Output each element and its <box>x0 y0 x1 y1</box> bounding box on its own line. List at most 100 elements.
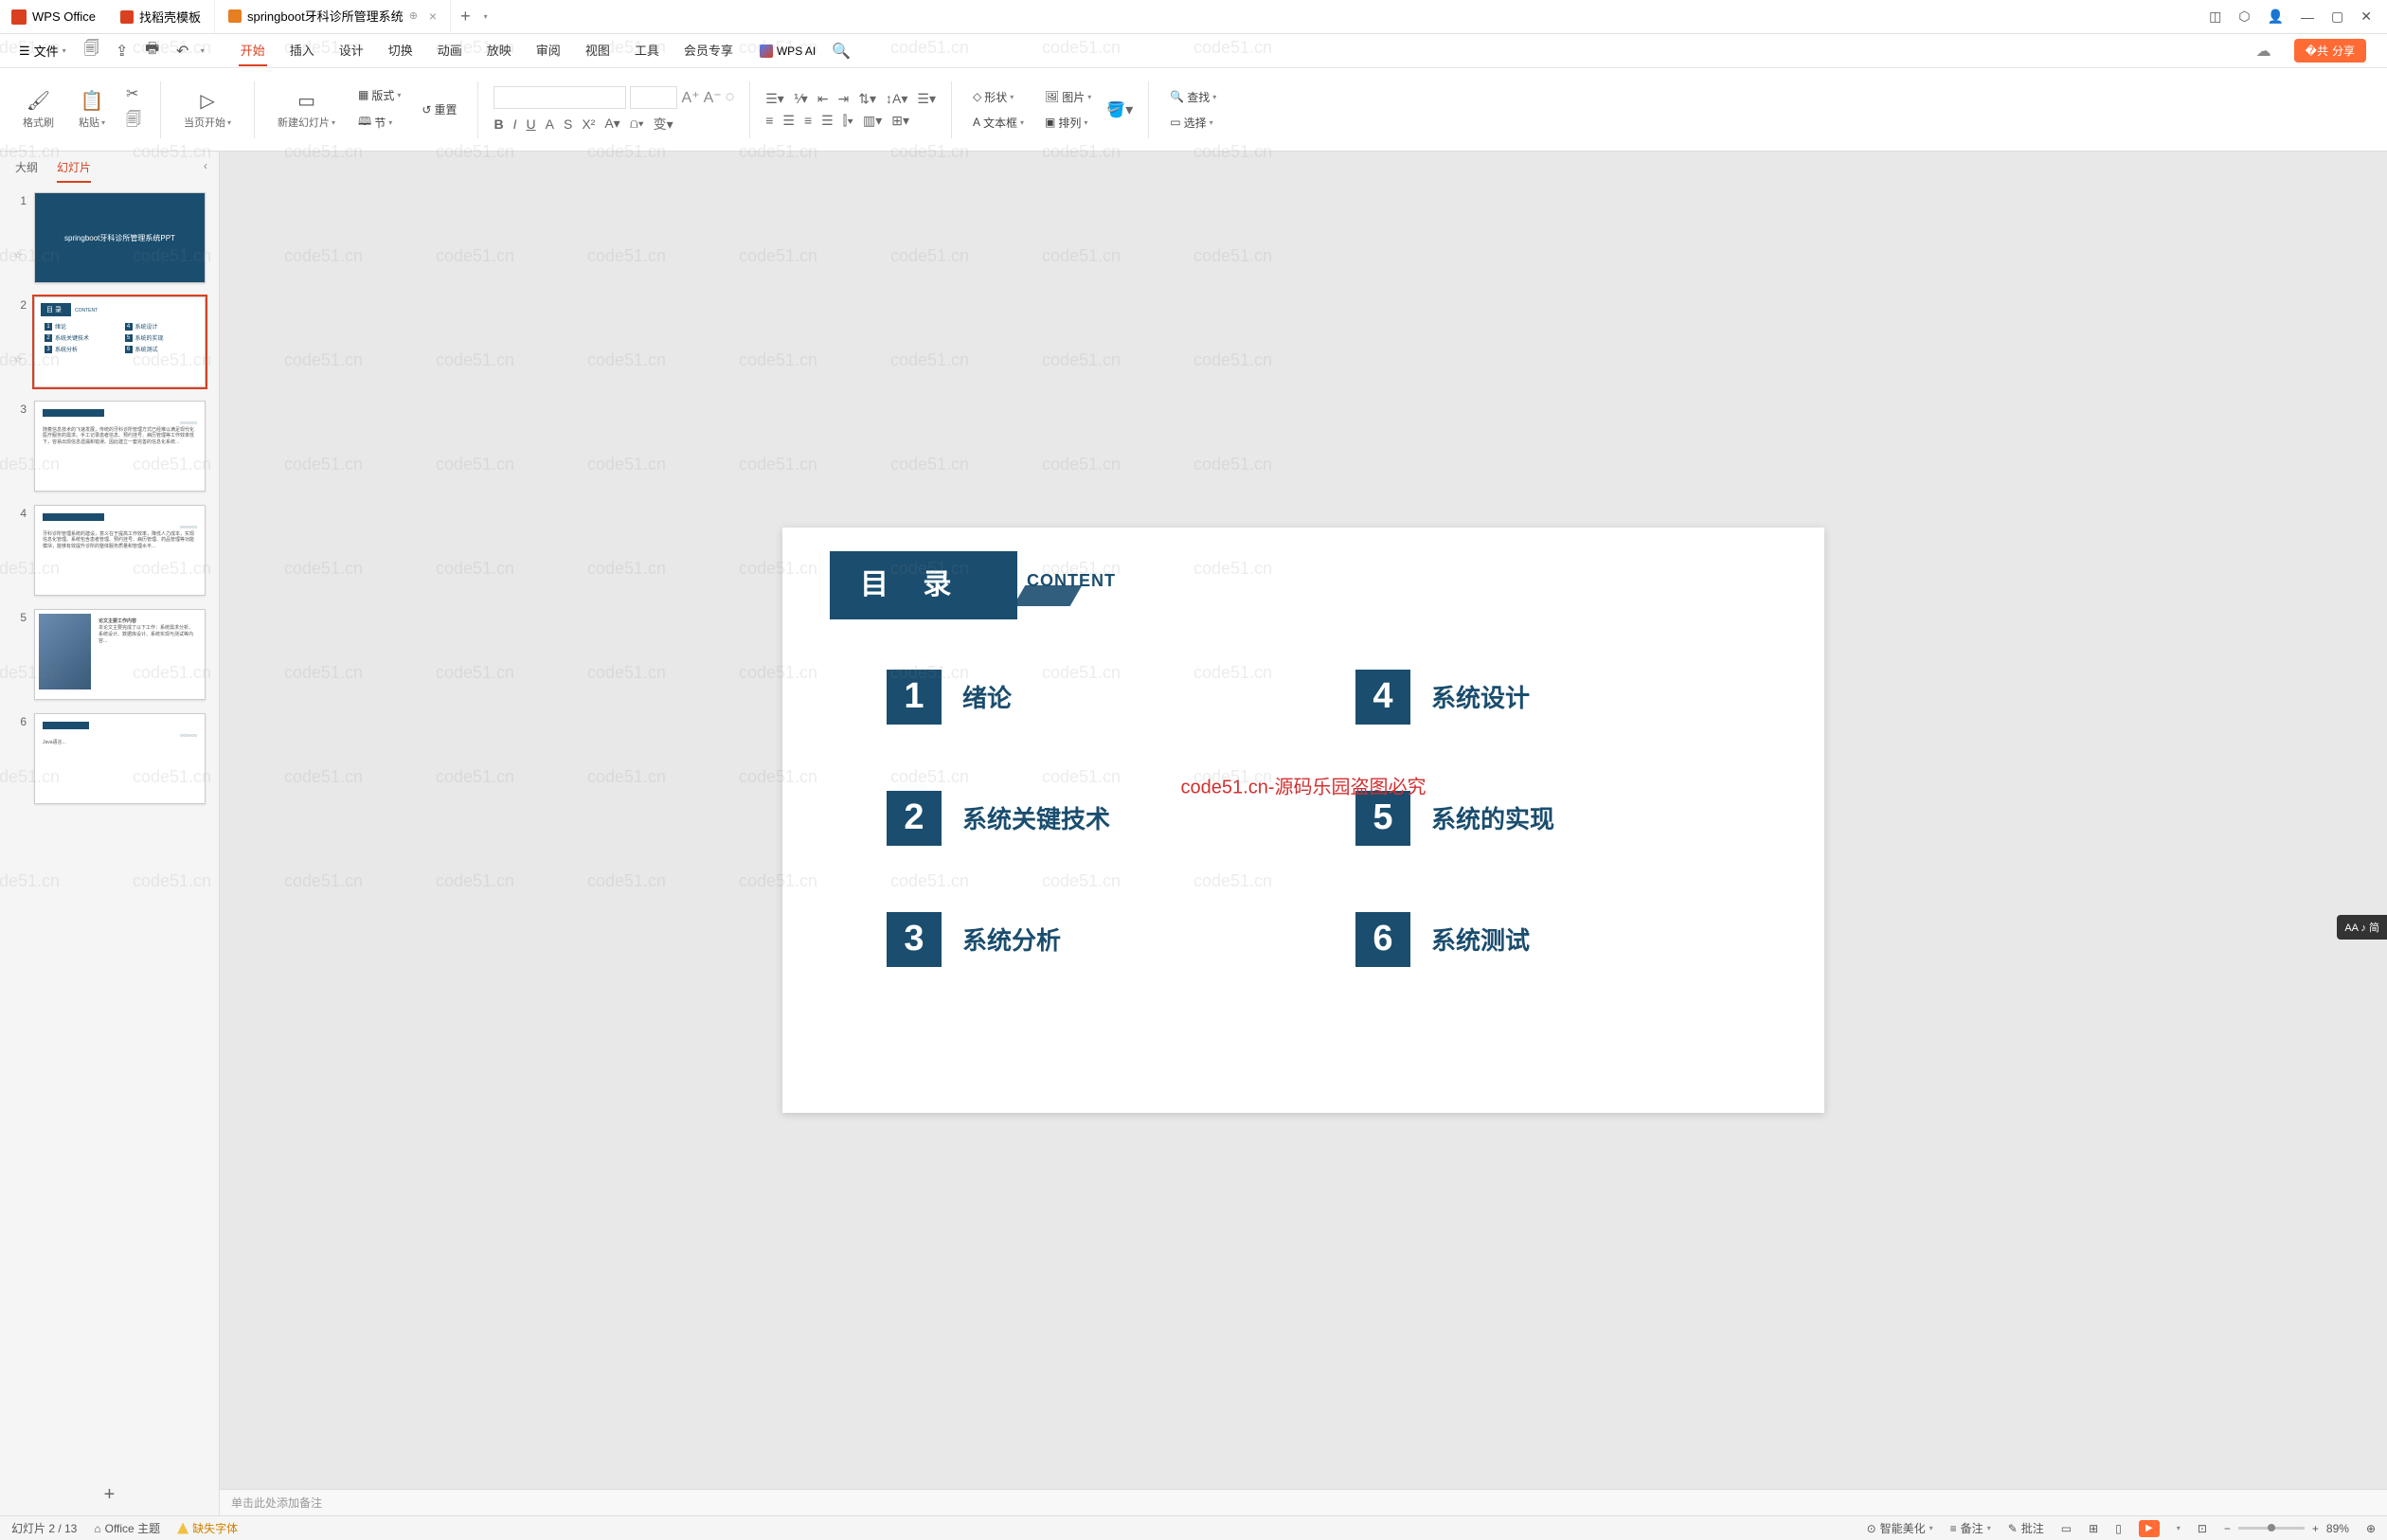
float-badge[interactable]: AA ♪ 简 <box>2337 915 2387 940</box>
theme-indicator[interactable]: ⌂Office 主题 <box>94 1520 160 1536</box>
slide-list[interactable]: 1 ☆ springboot牙科诊所管理系统PPT 2 ☆ 目 录CONTENT… <box>0 183 219 1475</box>
format-brush-group[interactable]: 🖌 格式刷 <box>15 85 62 134</box>
select-button[interactable]: ▭选择▾ <box>1164 112 1222 134</box>
bullets-icon[interactable]: ☰▾ <box>765 91 784 107</box>
print-icon[interactable]: 🖶 <box>144 43 161 60</box>
comments-toggle[interactable]: ✎批注 <box>2008 1520 2044 1536</box>
slides-tab[interactable]: 幻灯片 <box>57 159 91 183</box>
clear-format-icon[interactable]: ◌ <box>726 89 735 106</box>
copy-icon[interactable]: 🗐 <box>126 109 141 134</box>
arrange-button[interactable]: ▣排列▾ <box>1039 112 1097 134</box>
zoom-out-icon[interactable]: − <box>2224 1522 2231 1535</box>
toc-item-3[interactable]: 3系统分析 <box>887 912 1280 967</box>
undo-icon[interactable]: ↶ <box>174 43 191 60</box>
slide-thumb-2[interactable]: 2 ☆ 目 录CONTENT 1绪论 4系统设计 2系统关键技术 5系统的实现 … <box>13 296 206 387</box>
align-right-icon[interactable]: ≡ <box>804 113 812 128</box>
slide-count[interactable]: 幻灯片 2 / 13 <box>11 1520 77 1536</box>
menu-animation[interactable]: 动画 <box>436 35 464 66</box>
menu-insert[interactable]: 插入 <box>288 35 316 66</box>
sorter-view-icon[interactable]: ⊞ <box>2089 1522 2098 1535</box>
tab-templates[interactable]: 找稻壳模板 <box>107 0 215 33</box>
missing-font-warning[interactable]: 缺失字体 <box>177 1520 238 1536</box>
font-color-icon[interactable]: A▾ <box>604 116 619 132</box>
menu-tools[interactable]: 工具 <box>633 35 661 66</box>
normal-view-icon[interactable]: ▭ <box>2061 1522 2072 1535</box>
indent-inc-icon[interactable]: ⇥ <box>838 91 850 107</box>
cube-icon[interactable]: ⬡ <box>2238 9 2250 25</box>
save-icon[interactable]: 🗐 <box>83 43 100 60</box>
align-justify-icon[interactable]: ☰ <box>821 113 834 129</box>
menu-design[interactable]: 设计 <box>337 35 366 66</box>
align-text-icon[interactable]: ☰▾ <box>917 91 936 107</box>
toc-item-6[interactable]: 6系统测试 <box>1355 912 1749 967</box>
indent-dec-icon[interactable]: ⇤ <box>817 91 829 107</box>
minimize-button[interactable]: — <box>2301 9 2314 25</box>
toc-item-5[interactable]: 5系统的实现 <box>1355 791 1749 846</box>
notes-toggle[interactable]: ≡备注▾ <box>1950 1520 1991 1536</box>
zoom-slider[interactable] <box>2238 1527 2305 1530</box>
slide-canvas[interactable]: 目 录 CONTENT 1绪论 4系统设计 2系统关键技术 5系统的实现 3系统… <box>782 528 1824 1114</box>
menu-transition[interactable]: 切换 <box>386 35 415 66</box>
paste-group[interactable]: 📋 粘贴▾ <box>71 85 113 134</box>
bold-icon[interactable]: B <box>494 116 503 132</box>
menu-start[interactable]: 开始 <box>239 35 267 66</box>
fit-icon[interactable]: ⊕ <box>2366 1522 2376 1535</box>
tile-icon[interactable]: ◫ <box>2209 9 2221 25</box>
wps-ai-button[interactable]: WPS AI <box>760 45 816 58</box>
reading-view-icon[interactable]: ▯ <box>2115 1522 2122 1535</box>
text-direction-icon[interactable]: ↕A▾ <box>886 91 907 107</box>
superscript-icon[interactable]: X² <box>582 116 595 132</box>
maximize-button[interactable]: ▢ <box>2331 9 2343 25</box>
slide-thumb-1[interactable]: 1 ☆ springboot牙科诊所管理系统PPT <box>13 192 206 283</box>
font-size-input[interactable] <box>630 86 677 109</box>
outline-tab[interactable]: 大纲 <box>15 159 38 183</box>
textbox-button[interactable]: A文本框▾ <box>967 112 1030 134</box>
highlight-icon[interactable]: A <box>546 116 554 132</box>
shape-button[interactable]: ◇形状▾ <box>967 86 1030 108</box>
add-slide-button[interactable]: + <box>0 1475 219 1515</box>
beautify-button[interactable]: ⊙智能美化▾ <box>1867 1520 1933 1536</box>
menu-review[interactable]: 审阅 <box>534 35 563 66</box>
slide-thumb-3[interactable]: 3 ○○○○○○随着信息技术的飞速发展，传统的牙科诊所管理方式已经难以满足现代化… <box>13 401 206 492</box>
image-button[interactable]: 🖼图片▾ <box>1039 86 1097 108</box>
slide-thumb-4[interactable]: 4 ○○○○○○牙科诊所管理系统的建设，意义在于提高工作效率，降低人力成本，实现… <box>13 505 206 596</box>
slide-thumb-6[interactable]: 6 ○○○○○○Java语言... <box>13 713 206 804</box>
strike-icon[interactable]: S <box>564 116 572 132</box>
underline-icon[interactable]: U <box>527 116 536 132</box>
tab-document[interactable]: springboot牙科诊所管理系统 ⊕ × <box>215 0 451 33</box>
toc-item-2[interactable]: 2系统关键技术 <box>887 791 1280 846</box>
collapse-panel-icon[interactable]: ‹ <box>204 159 207 178</box>
menu-view[interactable]: 视图 <box>583 35 612 66</box>
avatar-icon[interactable]: 👤 <box>2268 9 2284 25</box>
align-left-icon[interactable]: ≡ <box>765 113 773 128</box>
fill-icon[interactable]: 🪣▾ <box>1106 100 1133 119</box>
font-shrink-icon[interactable]: A⁻ <box>704 88 722 107</box>
find-button[interactable]: 🔍查找▾ <box>1164 86 1222 108</box>
slideshow-button[interactable]: ▶ <box>2139 1520 2160 1537</box>
menu-member[interactable]: 会员专享 <box>682 35 735 66</box>
slideshow-dropdown[interactable]: ▾ <box>2177 1524 2181 1532</box>
file-menu[interactable]: ☰ 文件 ▾ <box>11 38 74 63</box>
toc-title[interactable]: 目 录 <box>830 551 1017 619</box>
phonetic-icon[interactable]: 变▾ <box>654 115 673 134</box>
zoom-percent[interactable]: 89% <box>2326 1522 2349 1535</box>
new-slide-group[interactable]: ▭ 新建幻灯片▾ <box>270 85 343 134</box>
distribute-icon[interactable]: ⫿▾ <box>843 113 853 129</box>
text-effect-icon[interactable]: ⩍▾ <box>630 116 644 132</box>
add-tab-button[interactable]: + <box>451 7 480 27</box>
undo-dropdown[interactable]: ▾ <box>201 46 205 55</box>
align-center-icon[interactable]: ☰ <box>782 113 795 129</box>
section-button[interactable]: 🕮节▾ <box>352 110 406 135</box>
notes-bar[interactable]: 单击此处添加备注 <box>220 1489 2387 1515</box>
numbering-icon[interactable]: ⅟▾ <box>794 91 808 107</box>
cut-icon[interactable]: ✂ <box>126 84 141 103</box>
convert-icon[interactable]: ⊞▾ <box>891 113 909 129</box>
toc-item-4[interactable]: 4系统设计 <box>1355 670 1749 725</box>
slide-thumb-5[interactable]: 5 论文主要工作内容本论文主要完成了以下工作：系统需求分析、系统设计、数据库设计… <box>13 609 206 700</box>
font-name-input[interactable] <box>494 86 626 109</box>
share-button[interactable]: �共 分享 <box>2294 39 2366 63</box>
from-current-group[interactable]: ▷ 当页开始▾ <box>176 85 239 134</box>
columns-icon[interactable]: ▥▾ <box>863 113 882 129</box>
reset-button[interactable]: ↺重置 <box>416 98 462 120</box>
canvas-area[interactable]: 目 录 CONTENT 1绪论 4系统设计 2系统关键技术 5系统的实现 3系统… <box>220 152 2387 1489</box>
